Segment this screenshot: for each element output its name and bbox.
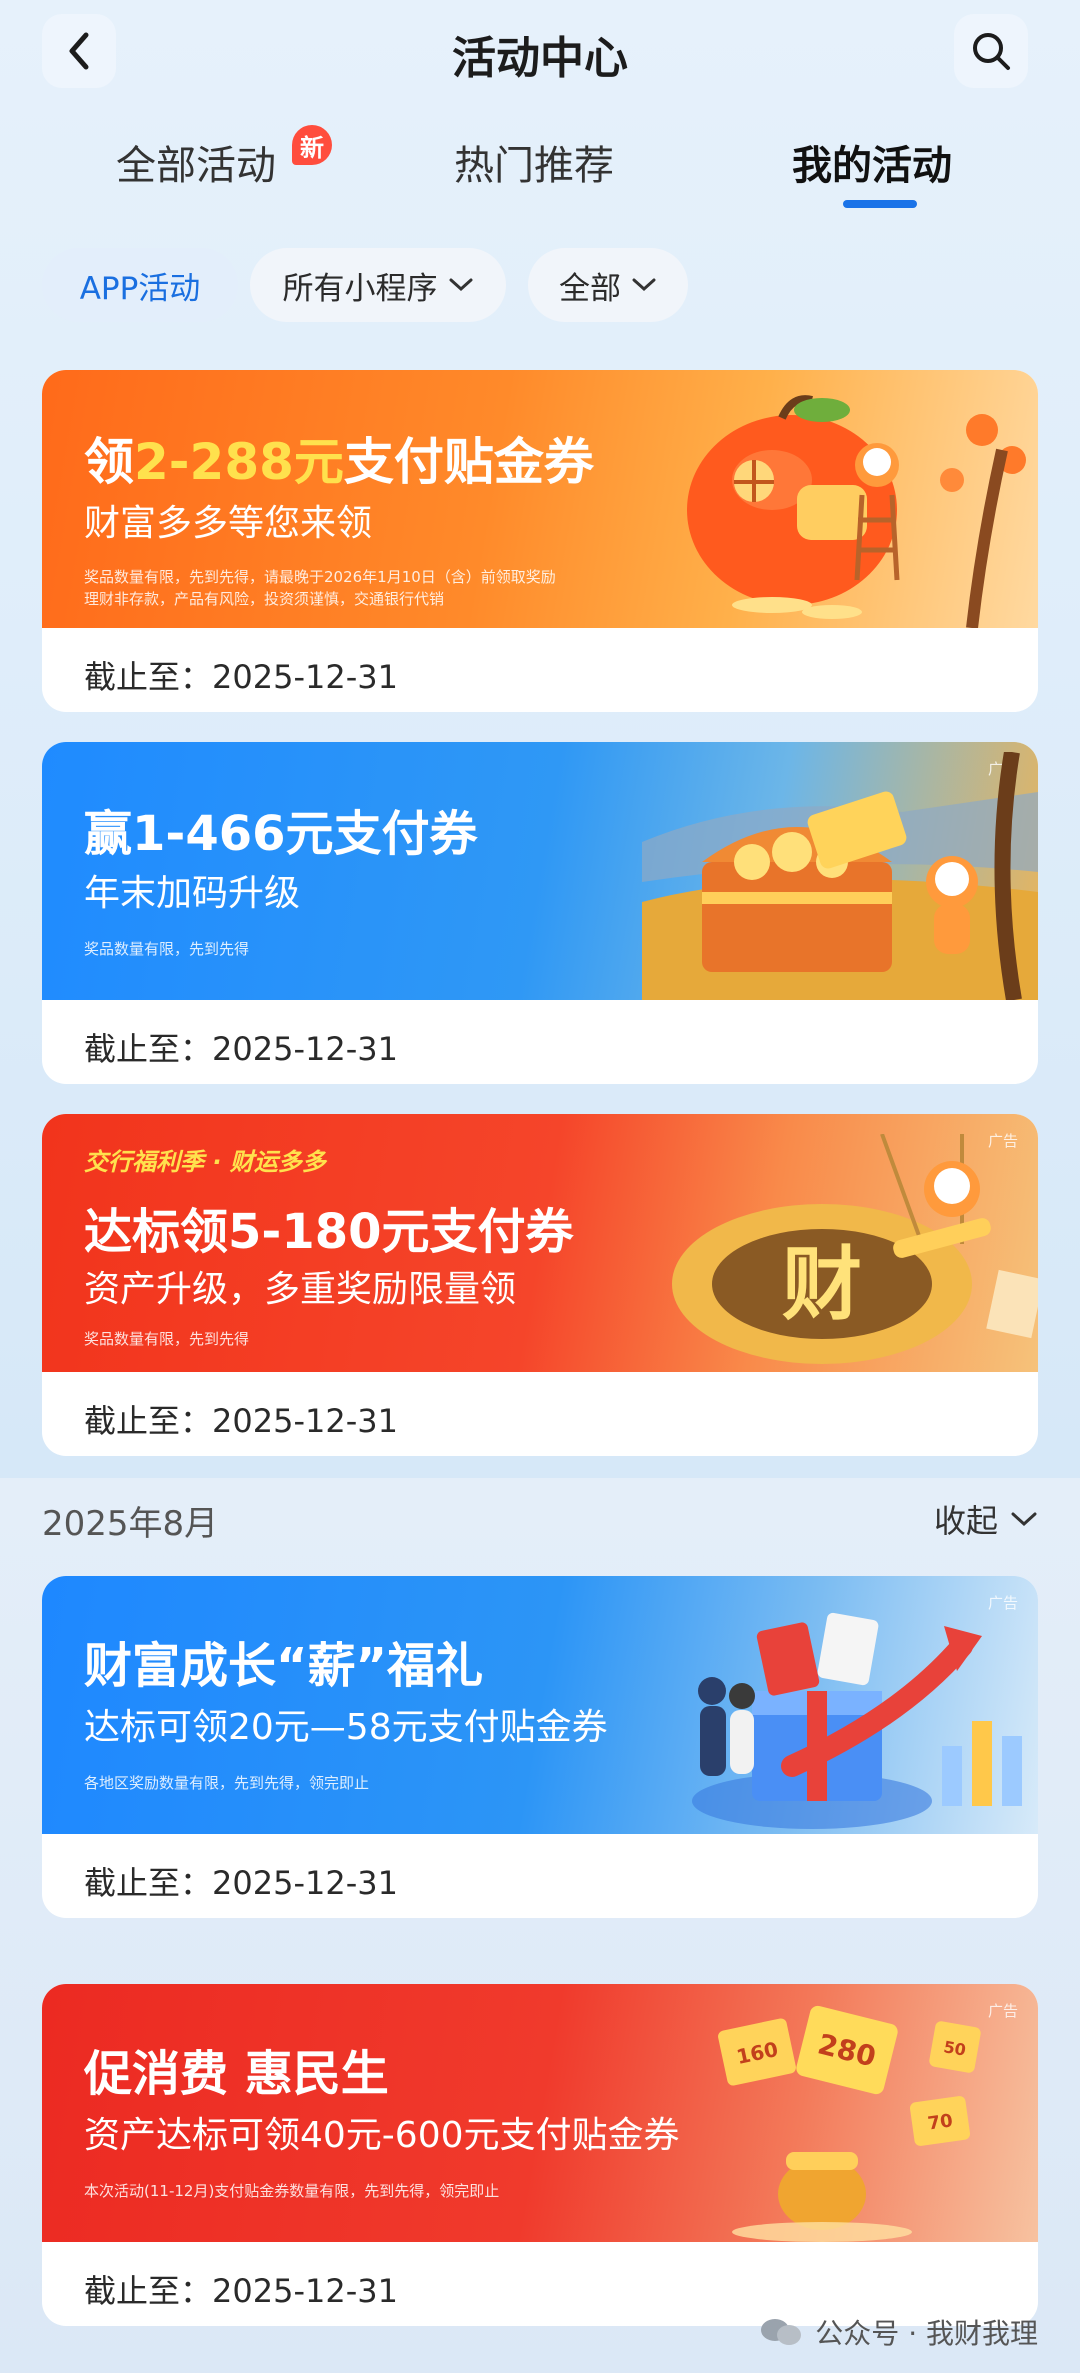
banner-fine-print: 理财非存款，产品有风险，投资须谨慎，交通银行代销 [84,590,445,608]
art-character: 财 [782,1238,862,1331]
chevron-down-icon [1011,1512,1037,1527]
deadline-text: 截止至：2025-12-31 [84,658,398,696]
activity-card[interactable]: 广告 财 交行福利季 · 财运多多 达标领5-180元支付券 资产升级，多重奖励… [42,1114,1038,1456]
collapse-label: 收起 [933,1502,998,1540]
banner-headline: 促消费 惠民生 [84,2046,389,2102]
deadline-text: 截止至：2025-12-31 [84,1864,398,1902]
search-button[interactable] [954,14,1028,88]
page-title: 活动中心 [452,33,628,84]
banner-subtitle: 达标可领20元—58元支付贴金券 [84,1707,608,1748]
tab-my-activities[interactable]: 我的活动 [792,133,952,191]
watermark-text: 公众号 · 我财我理 [815,2317,1038,2350]
banner-subtitle: 资产升级，多重奖励限量领 [84,1269,517,1310]
banner-fine-print: 奖品数量有限，先到先得 [84,1330,250,1348]
tab-label: 我的活动 [792,143,952,189]
new-badge: 新 [292,125,332,165]
banner-headline: 赢1-466元支付券 [84,806,478,862]
collapse-toggle[interactable]: 收起 [934,1496,1038,1542]
filter-mini-program-dropdown[interactable]: 所有小程序 [250,248,506,322]
gift-growth-illustration [692,1612,1022,1829]
deadline-text: 截止至：2025-12-31 [84,1030,398,1068]
banner-subtitle: 财富多多等您来领 [84,503,373,544]
treasure-chest-illustration [642,752,1038,1000]
activity-banner: 广告 赢1-466元支付券 年末加码升级 奖品数量有限，先到先得 [42,742,1038,1000]
banner-headline: 领2-288元支付贴金券 [84,422,594,494]
section-title: 2025年8月 [42,1504,219,1544]
activity-banner: 领2-288元支付贴金券 财富多多等您来领 奖品数量有限，先到先得，请最晚于20… [42,370,1038,628]
fortune-field-illustration: 财 [672,1134,1038,1364]
banner-fine-print: 奖品数量有限，先到先得，请最晚于2026年1月10日（含）前领取奖励 [84,568,556,586]
banner-kicker: 交行福利季 · 财运多多 [84,1148,326,1176]
coupon-pot-illustration: 160 280 50 70 [718,2005,981,2242]
banner-headline: 财富成长“薪”福礼 [84,1638,484,1694]
watermark: 公众号 · 我财我理 [759,2312,1038,2352]
wechat-icon [761,2319,802,2345]
banner-fine-print: 本次活动(11-12月)支付贴金券数量有限，先到先得，领完即止 [84,2182,500,2200]
activity-card[interactable]: 广告 赢1-466元支付券 年末加码升级 奖品数量有限，先到先得 截止至：202… [42,742,1038,1084]
activity-banner: 广告 财富成长“薪”福礼 达标可领20元—58元支付贴金券 各地区奖励数量有限，… [42,1576,1038,1834]
activity-banner: 广告 财 交行福利季 · 财运多多 达标领5-180元支付券 资产升级，多重奖励… [42,1114,1038,1372]
tab-hot-recommend[interactable]: 热门推荐 [454,133,614,191]
banner-headline: 达标领5-180元支付券 [84,1204,574,1260]
coupon-value: 70 [926,2110,954,2134]
persimmon-house-illustration [687,395,1026,628]
activity-card[interactable]: 领2-288元支付贴金券 财富多多等您来领 奖品数量有限，先到先得，请最晚于20… [42,370,1038,712]
filter-label: 所有小程序 [282,270,438,307]
headline-amount: 2-288元 [134,433,344,491]
deadline-text: 截止至：2025-12-31 [84,2272,398,2310]
banner-fine-print: 各地区奖励数量有限，先到先得，领完即止 [84,1774,370,1792]
headline-prefix: 领 [84,433,134,491]
deadline-text: 截止至：2025-12-31 [84,1402,398,1440]
chevron-down-icon [449,278,472,292]
chevron-down-icon [632,278,656,292]
headline-suffix: 支付贴金券 [343,433,594,491]
tab-all-activities[interactable]: 全部活动 [116,133,276,191]
activity-banner: 广告 160 280 50 70 促消费 惠民生 资产达标可领40元-600元支… [42,1984,1038,2242]
activity-card[interactable]: 广告 160 280 50 70 促消费 惠民生 资产达标可领40元-600元支… [42,1984,1038,2326]
tab-label: 全部活动 [116,143,276,189]
banner-subtitle: 年末加码升级 [84,873,301,914]
banner-fine-print: 奖品数量有限，先到先得 [84,940,250,958]
tab-label: 热门推荐 [454,143,614,189]
filter-label: 全部 [559,270,621,307]
filter-status-dropdown[interactable]: 全部 [528,248,688,322]
banner-subtitle: 资产达标可领40元-600元支付贴金券 [84,2115,680,2156]
coupon-value: 50 [942,2037,967,2060]
top-bar: 活动中心 [0,0,1080,110]
search-icon [973,33,1010,70]
active-tab-indicator [843,200,917,208]
filter-app-activities[interactable]: APP活动 [42,248,238,322]
filter-label: APP活动 [79,270,201,307]
tab-bar: 全部活动 新 热门推荐 我的活动 [0,125,1080,215]
activity-card[interactable]: 广告 财富成长“薪”福礼 达标可领20元—58元支付贴金券 各地区奖励数量有限，… [42,1576,1038,1918]
filter-row: APP活动 所有小程序 全部 [0,248,1080,328]
